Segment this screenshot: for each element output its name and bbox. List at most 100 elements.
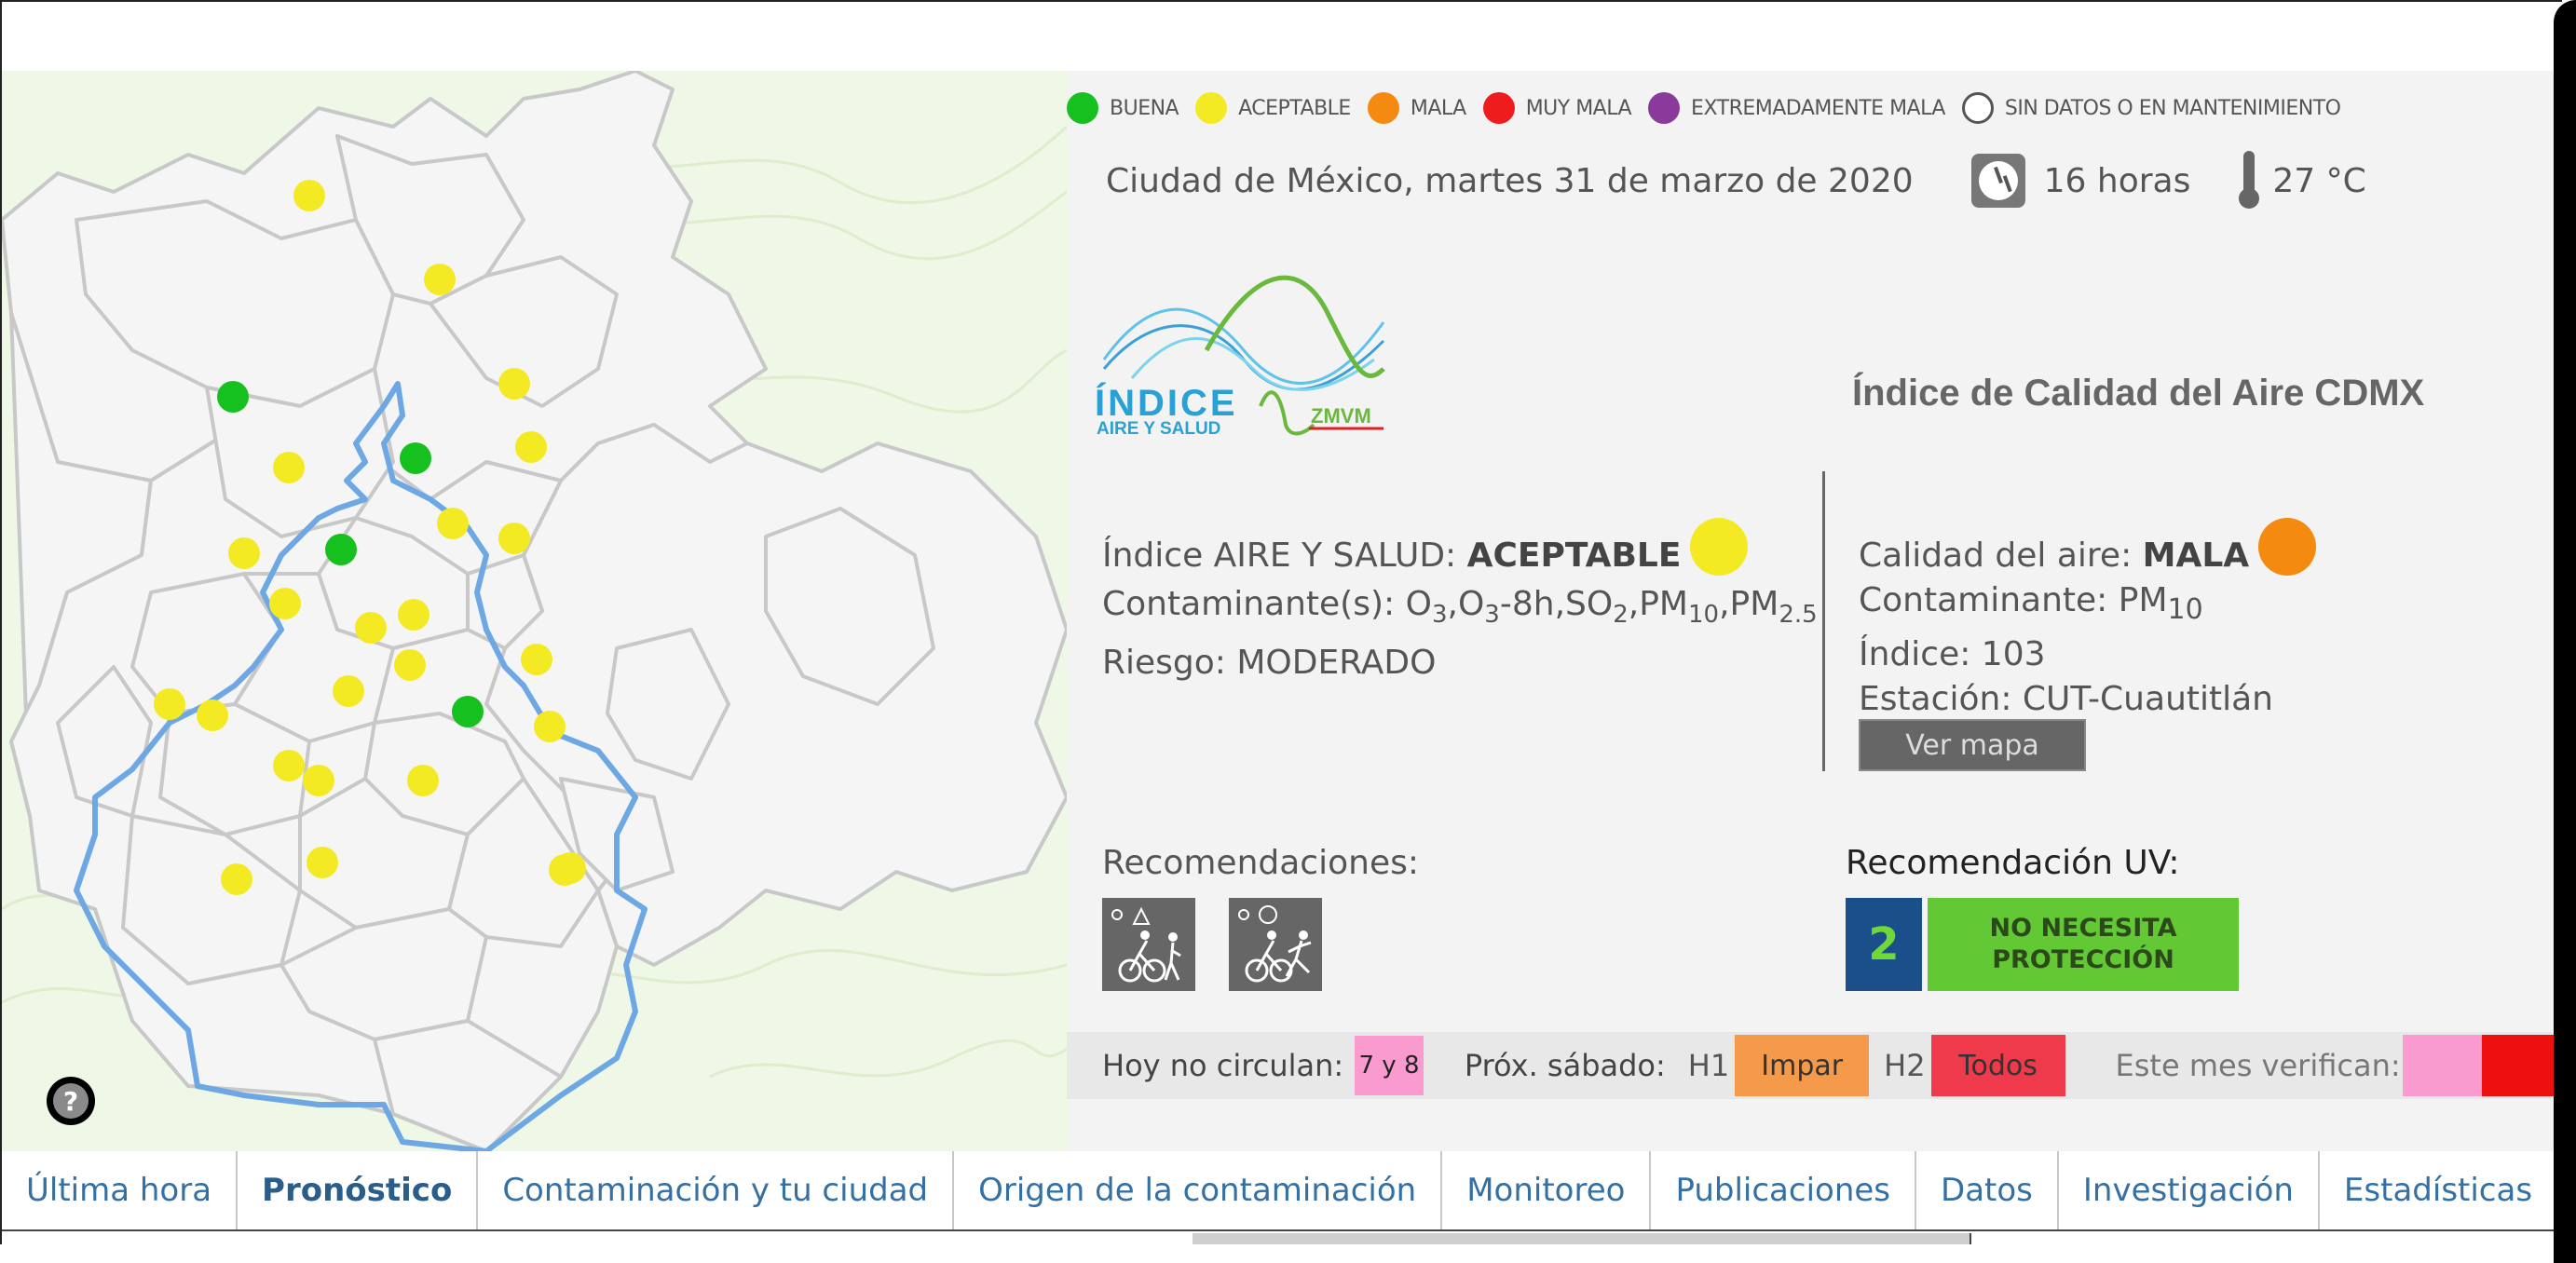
logo-main-text: ÍNDICE [1095,382,1238,424]
date-time-row: Ciudad de México, martes 31 de marzo de … [1106,143,2366,218]
window-edge [2554,0,2576,1263]
station-marker[interactable] [498,523,530,554]
nav-tab[interactable]: Origen de la contaminación [954,1151,1443,1229]
riesgo-label: Riesgo: MODERADO [1102,644,1437,683]
legend-dot-icon [1367,92,1399,124]
h2-value: Todos [1930,1035,2065,1096]
hoy-no-circulan-value: 7 y 8 [1355,1036,1424,1095]
station-marker[interactable] [521,644,552,675]
contaminante-label: Contaminante: PM [1859,581,2168,619]
legend-dot-icon [1961,92,1994,124]
cycling-caution-icon[interactable] [1102,898,1195,991]
indice-numero: Índice: 103 [1859,635,2046,674]
verifican-color-2 [2482,1035,2562,1096]
contaminante-item: PM10 [1639,585,1720,630]
nav-tab[interactable]: Pronóstico [238,1151,479,1229]
station-marker[interactable] [307,847,338,878]
legend-label: ACEPTABLE [1238,96,1351,120]
station-marker[interactable] [221,863,252,895]
station-marker[interactable] [228,537,260,569]
calidad-value: MALA [2142,536,2250,575]
contaminante-item: O3 [1405,585,1448,630]
nav-tab[interactable]: Datos [1916,1151,2059,1229]
contaminantes-row: Contaminante(s): O3,O3-8h,SO2,PM10,PM2.5 [1102,580,1829,639]
contaminantes-label: Contaminante(s): [1102,585,1406,623]
station-marker[interactable] [273,452,305,483]
help-icon[interactable]: ? [47,1077,95,1125]
hour-label: 16 horas [2043,161,2191,200]
legend-item: BUENA [1067,92,1179,124]
verifican-color-1 [2402,1035,2483,1096]
station-marker[interactable] [515,431,547,463]
legend-label: EXTREMADAMENTE MALA [1691,96,1945,120]
main-nav: Última hora Pronóstico Contaminación y tu … [2,1151,2562,1229]
calidad-aire-block: Calidad del aire: MALA Contaminante: PM1… [1859,518,2511,722]
legend-item: MUY MALA [1482,92,1632,124]
legend-dot-icon [1648,92,1681,124]
station-marker[interactable] [273,750,305,781]
contaminantes-list: O3,O3-8h,SO2,PM10,PM2.5 [1405,585,1818,630]
legend-dot-icon [1067,92,1098,124]
legend-item: ACEPTABLE [1195,92,1351,124]
nav-tab[interactable]: Contaminación y tu ciudad [478,1151,955,1229]
station-marker[interactable] [293,180,325,211]
station-marker[interactable] [303,765,334,796]
legend-label: MALA [1410,96,1466,120]
legend-item: SIN DATOS O EN MANTENIMIENTO [1961,92,2341,124]
station-marker[interactable] [437,508,469,539]
cycling-running-icon[interactable] [1229,898,1322,991]
legend-label: BUENA [1110,96,1179,120]
horizontal-scrollbar[interactable] [1193,1233,1969,1244]
station-marker[interactable] [534,711,566,742]
station-marker[interactable] [400,442,431,474]
info-panel: BUENA ACEPTABLE MALA MUY MALA EXTREMADAMENTE… [1067,71,2562,1151]
station-marker[interactable] [154,688,185,720]
station-marker[interactable] [549,854,580,886]
temperature-label: 27 °C [2272,161,2366,200]
nav-tab[interactable]: Monitoreo [1442,1151,1652,1229]
nav-tab[interactable]: Publicaciones [1651,1151,1917,1229]
date-label: Ciudad de México, martes 31 de marzo de … [1106,161,1914,200]
verifican-label: Este mes verifican: [2115,1048,2401,1083]
h1-value: Impar [1735,1035,1870,1096]
indice-row: Índice AIRE Y SALUD: ACEPTABLE [1102,518,1829,580]
estacion-label: Estación: CUT-Cuautitlán [1859,680,2273,719]
station-marker[interactable] [498,368,530,400]
uv-text-line2: PROTECCIÓN [1992,945,2174,974]
indice-aire-salud-block: Índice AIRE Y SALUD: ACEPTABLE Contamina… [1102,518,1829,687]
station-marker[interactable] [452,696,484,727]
air-quality-map[interactable]: ? [2,71,1067,1151]
logo-sub-text: AIRE Y SALUD [1097,419,1220,439]
clock-icon [1970,154,2025,208]
recomendaciones-label: Recomendaciones: [1102,844,1419,882]
map-svg [2,71,1067,1151]
uv-label: Recomendación UV: [1846,844,2180,882]
legend-label: SIN DATOS O EN MANTENIMIENTO [2004,96,2341,120]
calidad-row: Calidad del aire: MALA [1859,518,2511,578]
uv-index-value: 2 [1846,898,1922,991]
contaminante-item: SO2 [1565,585,1629,630]
station-marker[interactable] [217,381,249,413]
station-marker[interactable] [269,588,301,619]
contaminante-sub: 10 [2167,593,2203,627]
station-marker[interactable] [355,612,387,644]
station-marker[interactable] [197,699,228,731]
calidad-color-dot [2258,518,2317,576]
indice-value: ACEPTABLE [1466,536,1682,575]
column-divider [1822,471,1825,771]
ver-mapa-button[interactable]: Ver mapa [1859,719,2086,771]
station-marker[interactable] [325,534,357,565]
station-marker[interactable] [333,675,364,707]
contaminante-item: O3-8h [1457,585,1555,630]
station-marker[interactable] [394,649,426,681]
uv-recommendation: NO NECESITA PROTECCIÓN [1928,898,2239,991]
contaminante-item: PM2.5 [1729,585,1818,630]
nav-tab[interactable]: Estadísticas [2320,1151,2556,1229]
station-marker[interactable] [424,264,456,295]
legend-label: MUY MALA [1525,96,1632,120]
station-marker[interactable] [398,599,429,631]
indice-aire-salud-logo: ÍNDICE AIRE Y SALUD ZMVM [1095,257,1393,443]
nav-tab[interactable]: Última hora [2,1151,239,1229]
station-marker[interactable] [407,765,439,796]
nav-tab[interactable]: Investigación [2059,1151,2320,1229]
